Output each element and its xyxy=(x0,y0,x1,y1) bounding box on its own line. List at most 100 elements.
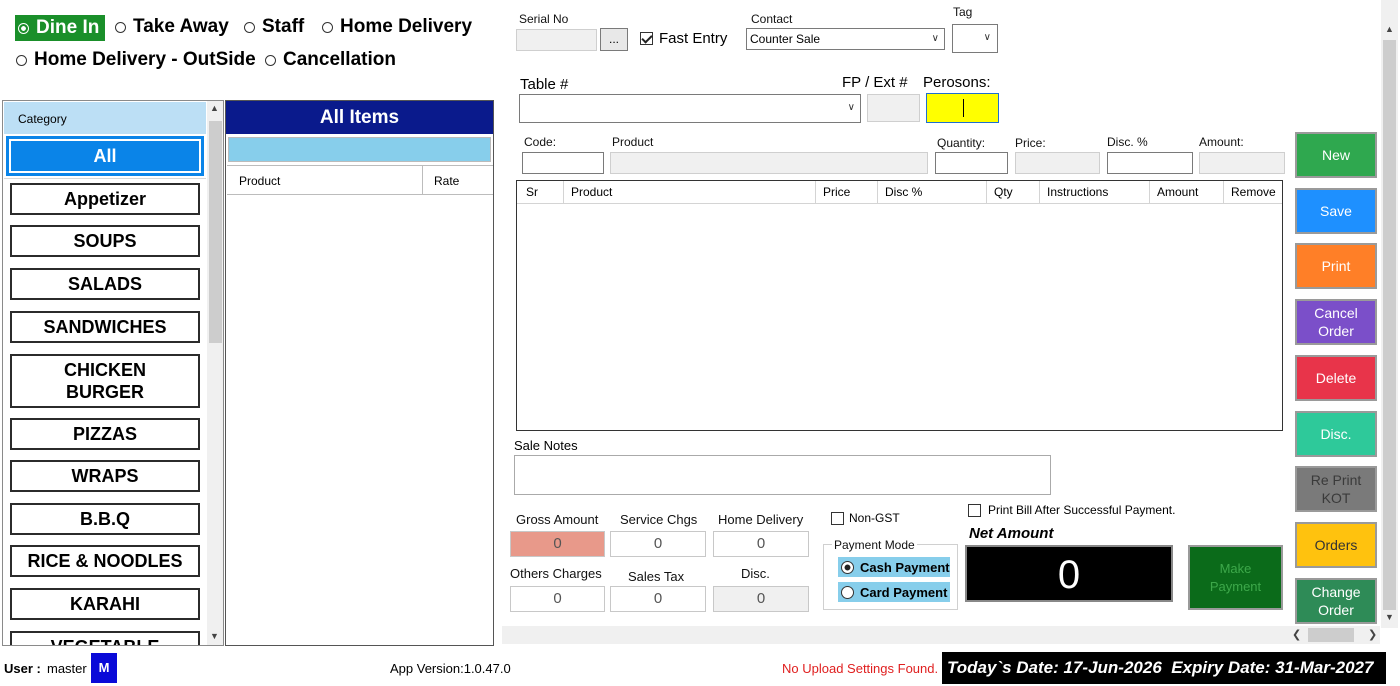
col-product: Product xyxy=(564,181,816,203)
make-payment-button[interactable]: Make Payment xyxy=(1188,545,1283,610)
serial-label: Serial No xyxy=(519,12,569,26)
new-button[interactable]: New xyxy=(1295,132,1377,178)
scrollbar-thumb[interactable] xyxy=(209,121,222,343)
order-type-dine-in[interactable]: Dine In xyxy=(15,15,106,41)
order-type-home-delivery[interactable]: Home Delivery xyxy=(322,16,472,38)
category-button[interactable]: KARAHI xyxy=(10,588,200,620)
card-payment-option[interactable]: Card Payment xyxy=(838,582,950,602)
table-select[interactable]: ∨ xyxy=(519,94,861,123)
chevron-down-icon: ∨ xyxy=(931,33,939,44)
disc-total-field: 0 xyxy=(713,586,809,612)
others-charges-input[interactable]: 0 xyxy=(510,586,605,612)
delete-button[interactable]: Delete xyxy=(1295,355,1377,401)
non-gst-checkbox[interactable]: Non-GST xyxy=(831,511,900,525)
contact-select[interactable]: Counter Sale ∨ xyxy=(746,28,945,50)
radio-icon xyxy=(16,54,27,66)
text-cursor xyxy=(963,99,964,117)
product-input[interactable] xyxy=(610,152,928,174)
order-type-take-away[interactable]: Take Away xyxy=(115,16,229,38)
scroll-down-icon[interactable]: ▼ xyxy=(1385,612,1394,622)
price-label: Price: xyxy=(1015,136,1046,150)
category-button[interactable]: SANDWICHES xyxy=(10,311,200,343)
save-button[interactable]: Save xyxy=(1295,188,1377,234)
scrollbar-thumb[interactable] xyxy=(1383,40,1396,610)
radio-icon xyxy=(244,21,255,33)
scrollbar-thumb[interactable] xyxy=(1308,628,1354,642)
payment-mode-legend: Payment Mode xyxy=(832,538,917,552)
main-vertical-scrollbar[interactable]: ▲ ▼ xyxy=(1381,0,1398,628)
items-col-product: Product xyxy=(239,174,281,188)
amount-input[interactable] xyxy=(1199,152,1285,174)
serial-input[interactable] xyxy=(516,29,597,51)
items-title: All Items xyxy=(226,101,493,134)
sales-tax-input[interactable]: 0 xyxy=(610,586,706,612)
serial-browse-button[interactable]: ... xyxy=(600,28,628,51)
order-type-label: Home Delivery - OutSide xyxy=(34,49,256,70)
category-button[interactable]: RICE & NOODLES xyxy=(10,545,200,577)
service-charges-input[interactable]: 0 xyxy=(610,531,706,557)
reprint-kot-button[interactable]: Re Print KOT xyxy=(1295,466,1377,512)
category-button[interactable]: B.B.Q xyxy=(10,503,200,535)
category-all-button[interactable]: All xyxy=(6,136,204,176)
cash-payment-option[interactable]: Cash Payment xyxy=(838,557,950,577)
disc-total-label: Disc. xyxy=(741,566,770,581)
order-type-staff[interactable]: Staff xyxy=(244,16,304,38)
order-type-label: Staff xyxy=(262,16,305,37)
items-panel: All Items Product Rate xyxy=(225,100,494,646)
order-grid[interactable]: Sr Product Price Disc % Qty Instructions… xyxy=(516,180,1283,431)
category-button[interactable]: CHICKEN BURGER xyxy=(10,354,200,408)
user-value: master xyxy=(47,661,87,676)
app-version: App Version:1.0.47.0 xyxy=(390,661,511,676)
category-button[interactable]: VEGETABLE xyxy=(10,631,200,645)
disc-button[interactable]: Disc. xyxy=(1295,411,1377,457)
upload-warning: No Upload Settings Found. xyxy=(782,661,939,676)
orders-button[interactable]: Orders xyxy=(1295,522,1377,568)
cancel-order-button[interactable]: Cancel Order xyxy=(1295,299,1377,345)
main-horizontal-scrollbar[interactable]: ❮ ❯ xyxy=(502,626,1380,644)
user-badge[interactable]: M xyxy=(91,653,117,683)
sale-notes-input[interactable] xyxy=(514,455,1051,495)
cash-payment-label: Cash Payment xyxy=(860,559,950,575)
radio-selected-icon xyxy=(18,22,29,34)
fp-input[interactable] xyxy=(867,94,920,122)
persons-input[interactable] xyxy=(926,93,999,123)
contact-label: Contact xyxy=(751,12,793,26)
print-bill-label: Print Bill After Successful Payment. xyxy=(988,503,1176,517)
table-label: Table # xyxy=(520,76,569,93)
home-delivery-input[interactable]: 0 xyxy=(713,531,809,557)
category-button[interactable]: SALADS xyxy=(10,268,200,300)
dates-display: Today`s Date: 17-Jun-2026 Expiry Date: 3… xyxy=(942,652,1386,684)
sales-tax-label: Sales Tax xyxy=(628,569,685,584)
code-input[interactable] xyxy=(522,152,604,174)
scroll-up-icon[interactable]: ▲ xyxy=(210,103,219,113)
gross-amount-field: 0 xyxy=(510,531,605,557)
category-button[interactable]: SOUPS xyxy=(10,225,200,257)
category-button[interactable]: WRAPS xyxy=(10,460,200,492)
persons-label: Perosons: xyxy=(923,74,991,91)
category-button[interactable]: PIZZAS xyxy=(10,418,200,450)
order-type-home-delivery-outside[interactable]: Home Delivery - OutSide xyxy=(16,49,256,71)
col-instructions: Instructions xyxy=(1040,181,1150,203)
order-type-cancellation[interactable]: Cancellation xyxy=(265,49,396,71)
scroll-up-icon[interactable]: ▲ xyxy=(1385,24,1394,34)
gross-label: Gross Amount xyxy=(516,512,599,527)
scroll-left-icon[interactable]: ❮ xyxy=(1292,628,1301,641)
scroll-down-icon[interactable]: ▼ xyxy=(210,631,219,641)
quantity-input[interactable] xyxy=(935,152,1008,174)
category-scrollbar[interactable]: ▲ ▼ xyxy=(207,101,223,645)
tag-select[interactable]: ∨ xyxy=(952,24,998,53)
fast-entry-checkbox[interactable]: Fast Entry xyxy=(640,30,727,47)
net-amount-label: Net Amount xyxy=(969,525,1054,542)
scroll-right-icon[interactable]: ❯ xyxy=(1368,628,1377,641)
print-button[interactable]: Print xyxy=(1295,243,1377,289)
items-search-input[interactable] xyxy=(228,137,491,162)
print-bill-checkbox[interactable]: Print Bill After Successful Payment. xyxy=(968,503,1175,517)
disc-input[interactable] xyxy=(1107,152,1193,174)
price-input[interactable] xyxy=(1015,152,1100,174)
category-panel: Category All Appetizer SOUPS SALADS SAND… xyxy=(2,100,224,646)
category-button[interactable]: Appetizer xyxy=(10,183,200,215)
chevron-down-icon: ∨ xyxy=(983,32,991,43)
change-order-button[interactable]: Change Order xyxy=(1295,578,1377,624)
sale-notes-label: Sale Notes xyxy=(514,438,578,453)
non-gst-label: Non-GST xyxy=(849,511,900,525)
